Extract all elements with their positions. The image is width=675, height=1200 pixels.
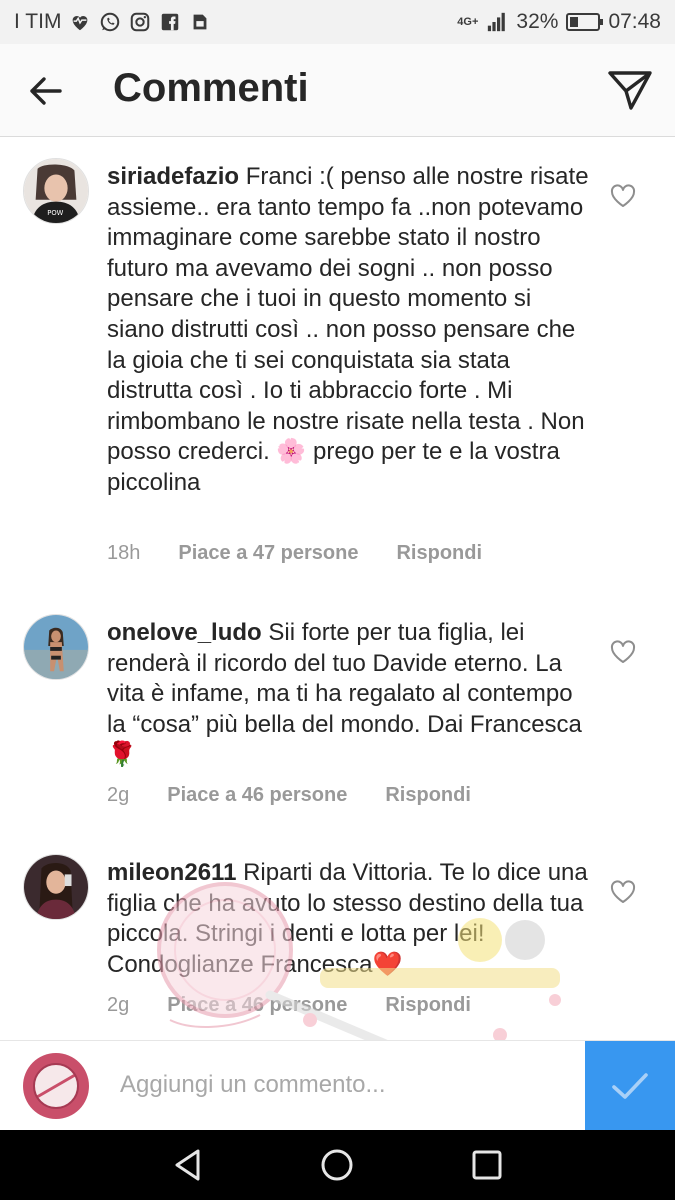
battery-icon: [566, 13, 604, 31]
signal-icon: [486, 11, 508, 33]
comment-body: mileon2611 Riparti da Vittoria. Te lo di…: [107, 858, 592, 980]
share-button[interactable]: [607, 68, 653, 112]
square-recents-icon: [472, 1150, 502, 1180]
instagram-icon: [129, 11, 151, 33]
comment-body: onelove_ludo Sii forte per tua figlia, l…: [107, 618, 592, 771]
rose-emoji: 🌹: [107, 741, 137, 769]
status-bar: I TIM 4G+ 32% 07:48: [0, 0, 675, 44]
comment-age: 18h: [107, 542, 141, 564]
circle-home-icon: [321, 1149, 353, 1181]
heart-outline-icon: [610, 640, 636, 663]
comment-item: mileon2611 Riparti da Vittoria. Te lo di…: [0, 836, 675, 1040]
likes-count[interactable]: Piace a 46 persone: [167, 994, 347, 1017]
clock: 07:48: [608, 10, 661, 33]
comment-meta: 2g Piace a 46 persone Rispondi: [107, 784, 471, 807]
nav-recents-button[interactable]: [470, 1148, 504, 1182]
avatar[interactable]: [23, 614, 89, 680]
like-button[interactable]: [610, 184, 636, 208]
nav-back-button[interactable]: [171, 1148, 205, 1182]
comment-text: Franci :( penso alle nostre risate assie…: [107, 163, 589, 466]
triangle-back-icon: [175, 1149, 200, 1181]
comment-age: 2g: [107, 784, 130, 806]
nav-home-button[interactable]: [320, 1148, 354, 1182]
system-nav-bar: [0, 1130, 675, 1200]
page-title: Commenti: [113, 66, 309, 110]
like-button[interactable]: [610, 880, 636, 904]
heart-pulse-icon: [69, 11, 91, 33]
heart-outline-icon: [610, 184, 636, 207]
sim-card-icon: [189, 11, 211, 33]
reply-button[interactable]: Rispondi: [385, 994, 471, 1017]
avatar[interactable]: [23, 854, 89, 920]
avatar[interactable]: POW: [23, 158, 89, 224]
reply-button[interactable]: Rispondi: [385, 784, 471, 807]
comment-username[interactable]: onelove_ludo: [107, 619, 262, 646]
status-bar-left: I TIM: [14, 10, 211, 34]
app-header: Commenti: [0, 44, 675, 137]
comment-input[interactable]: Aggiungi un commento...: [120, 1071, 386, 1099]
network-type: 4G+: [457, 16, 479, 28]
likes-count[interactable]: Piace a 46 persone: [167, 784, 347, 807]
heart-emoji: ❤️: [372, 950, 403, 978]
cherry-blossom-emoji: 🌸: [276, 438, 307, 466]
likes-count[interactable]: Piace a 47 persone: [178, 542, 358, 565]
like-button[interactable]: [610, 640, 636, 664]
comment-age: 2g: [107, 994, 130, 1016]
comment-body: siriadefazio Franci :( penso alle nostre…: [107, 162, 592, 499]
arrow-left-icon: [30, 77, 62, 105]
battery-level: [570, 17, 579, 27]
battery-percent: 32%: [516, 10, 559, 33]
reply-button[interactable]: Rispondi: [396, 542, 482, 565]
own-avatar: [23, 1053, 89, 1119]
comment-composer: Aggiungi un commento...: [0, 1040, 675, 1131]
back-button[interactable]: [26, 72, 64, 110]
status-bar-right: 4G+ 32% 07:48: [457, 10, 661, 34]
heart-outline-icon: [610, 880, 636, 903]
svg-text:POW: POW: [47, 209, 63, 217]
comment-meta: 2g Piace a 46 persone Rispondi: [107, 994, 471, 1017]
comment-username[interactable]: mileon2611: [107, 859, 236, 886]
comment-username[interactable]: siriadefazio: [107, 163, 239, 190]
whatsapp-icon: [99, 11, 121, 33]
checkmark-icon: [612, 1073, 648, 1099]
comment-meta: 18h Piace a 47 persone Rispondi: [107, 542, 482, 565]
comment-item: POW siriadefazio Franci :( penso alle no…: [0, 136, 675, 596]
facebook-icon: [159, 11, 181, 33]
post-comment-button[interactable]: [585, 1041, 675, 1131]
paper-plane-icon: [608, 71, 652, 110]
comment-item: onelove_ludo Sii forte per tua figlia, l…: [0, 596, 675, 836]
carrier-label: I TIM: [14, 10, 62, 33]
